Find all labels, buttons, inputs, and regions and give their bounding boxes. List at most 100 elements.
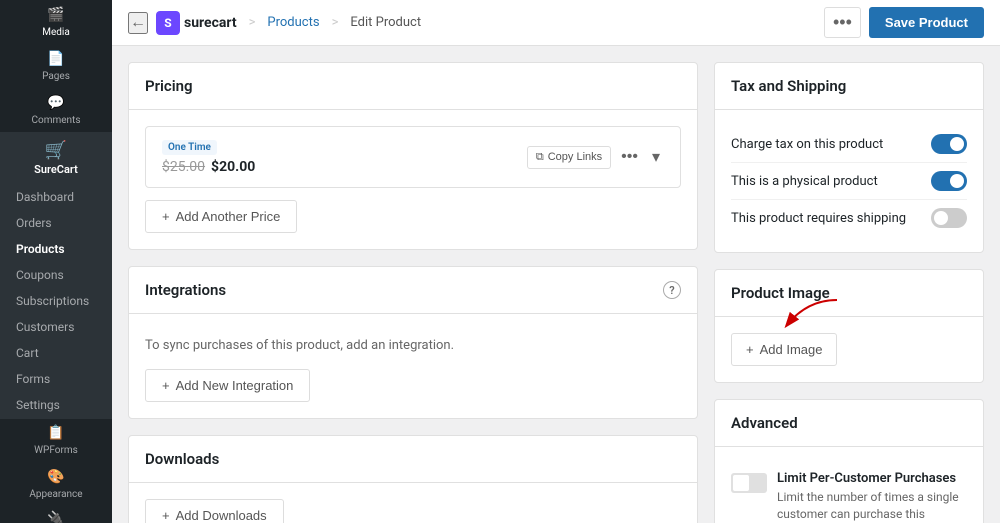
price-info: One Time $25.00 $20.00: [162, 139, 255, 175]
tax-label-1: This is a physical product: [731, 174, 878, 189]
downloads-title: Downloads: [145, 450, 219, 468]
add-image-icon: +: [746, 342, 754, 357]
add-price-icon: +: [162, 209, 170, 224]
sidebar-item-subscriptions[interactable]: Subscriptions: [0, 288, 112, 314]
product-image-card: Product Image: [714, 269, 984, 383]
copy-links-button[interactable]: ⧉ Copy Links: [527, 146, 611, 169]
advanced-card: Advanced Limit Per-Customer Purchases Li…: [714, 399, 984, 523]
price-more-button[interactable]: •••: [617, 146, 642, 168]
appearance-icon: 🎨: [47, 469, 64, 485]
sidebar-item-comments[interactable]: 💬 Comments: [0, 88, 112, 132]
back-button[interactable]: ←: [128, 12, 148, 34]
sidebar-item-products[interactable]: Products: [0, 236, 112, 262]
downloads-card-header: Downloads: [129, 436, 697, 483]
surecart-logo-text: surecart: [184, 15, 237, 31]
limit-toggle[interactable]: [731, 473, 767, 493]
sidebar-surecart-submenu: Dashboard Orders Products Coupons Subscr…: [0, 184, 112, 418]
surecart-logo-icon: S: [156, 11, 180, 35]
sidebar-item-settings-sc[interactable]: Settings: [0, 392, 112, 418]
tax-shipping-title: Tax and Shipping: [731, 77, 846, 95]
more-options-button[interactable]: •••: [824, 7, 861, 38]
plugins-icon: 🔌: [47, 511, 64, 523]
sidebar-item-pages[interactable]: 📄 Pages: [0, 44, 112, 88]
copy-icon: ⧉: [536, 151, 544, 164]
price-expand-button[interactable]: ▾: [648, 145, 664, 169]
tax-toggle-row-1: This is a physical product: [731, 163, 967, 200]
pricing-card-header: Pricing: [129, 63, 697, 110]
sidebar-item-orders[interactable]: Orders: [0, 210, 112, 236]
tax-label-0: Charge tax on this product: [731, 137, 883, 152]
toggle-slider-2: [931, 208, 967, 228]
sidebar-surecart-brand[interactable]: 🛒 SureCart: [0, 132, 112, 184]
main-right-column: Tax and Shipping Charge tax on this prod…: [714, 62, 984, 507]
advanced-header: Advanced: [715, 400, 983, 447]
tax-toggle-0[interactable]: [931, 134, 967, 154]
integrations-title: Integrations: [145, 281, 226, 299]
red-arrow-annotation: [777, 295, 847, 335]
tax-toggle-1[interactable]: [931, 171, 967, 191]
topbar: ← S surecart > Products > Edit Product •…: [112, 0, 1000, 46]
price-values: $25.00 $20.00: [162, 159, 255, 175]
tax-toggle-row-0: Charge tax on this product: [731, 126, 967, 163]
integrations-card-body: To sync purchases of this product, add a…: [129, 314, 697, 418]
sidebar-item-cart[interactable]: Cart: [0, 340, 112, 366]
tax-shipping-header: Tax and Shipping: [715, 63, 983, 110]
integrations-card: Integrations ? To sync purchases of this…: [128, 266, 698, 419]
toggle-knob: [733, 475, 749, 491]
product-image-body: + Add Image: [715, 317, 983, 382]
integrations-card-header: Integrations ?: [129, 267, 697, 314]
add-price-button[interactable]: + Add Another Price: [145, 200, 297, 233]
topbar-logo: S surecart: [156, 11, 237, 35]
sidebar-item-forms[interactable]: Forms: [0, 366, 112, 392]
product-image-header: Product Image: [715, 270, 983, 317]
main-content: Pricing One Time $25.00 $20.00: [112, 46, 1000, 523]
price-actions: ⧉ Copy Links ••• ▾: [527, 145, 664, 169]
sidebar-item-media[interactable]: 🎬 Media: [0, 0, 112, 44]
breadcrumb-sep-2: >: [332, 15, 339, 30]
tax-toggle-row-2: This product requires shipping: [731, 200, 967, 236]
advanced-title: Advanced: [731, 414, 798, 432]
price-old: $25.00: [162, 159, 205, 175]
breadcrumb-sep-1: >: [249, 15, 256, 30]
sidebar-item-plugins[interactable]: 🔌 Plugins 1: [0, 506, 112, 523]
product-image-area: + Add Image: [731, 333, 837, 366]
sidebar-item-appearance[interactable]: 🎨 Appearance: [0, 462, 112, 506]
tax-toggle-2[interactable]: [931, 208, 967, 228]
add-downloads-button[interactable]: + Add Downloads: [145, 499, 284, 523]
sidebar-item-customers[interactable]: Customers: [0, 314, 112, 340]
save-product-button[interactable]: Save Product: [869, 7, 984, 38]
integrations-empty-text: To sync purchases of this product, add a…: [145, 330, 681, 369]
toggle-slider-1: [931, 171, 967, 191]
limit-label: Limit Per-Customer Purchases: [777, 471, 967, 486]
pricing-card-body: One Time $25.00 $20.00 ⧉ Copy Links: [129, 110, 697, 249]
toggle-slider-0: [931, 134, 967, 154]
wpforms-icon: 📋: [47, 425, 64, 441]
tax-shipping-card: Tax and Shipping Charge tax on this prod…: [714, 62, 984, 253]
advanced-limit-row: Limit Per-Customer Purchases Limit the n…: [731, 463, 967, 523]
price-badge: One Time: [162, 140, 217, 155]
pricing-title: Pricing: [145, 77, 193, 95]
main-left-column: Pricing One Time $25.00 $20.00: [128, 62, 698, 507]
tax-label-2: This product requires shipping: [731, 211, 906, 226]
limit-desc: Limit the number of times a single custo…: [777, 489, 967, 523]
add-integration-icon: +: [162, 378, 170, 393]
sidebar-item-dashboard[interactable]: Dashboard: [0, 184, 112, 210]
tax-shipping-body: Charge tax on this product This is a phy…: [715, 110, 983, 252]
main-area: ← S surecart > Products > Edit Product •…: [112, 0, 1000, 523]
add-downloads-icon: +: [162, 508, 170, 523]
sidebar-item-wpforms[interactable]: 📋 WPForms: [0, 418, 112, 462]
sidebar: 🎬 Media 📄 Pages 💬 Comments 🛒 SureCart Da…: [0, 0, 112, 523]
downloads-card: Downloads + Add Downloads: [128, 435, 698, 523]
integrations-help-icon[interactable]: ?: [663, 281, 681, 299]
breadcrumb-current: Edit Product: [350, 15, 421, 30]
advanced-limit-text: Limit Per-Customer Purchases Limit the n…: [777, 471, 967, 523]
breadcrumb-products[interactable]: Products: [267, 15, 319, 30]
add-image-button[interactable]: + Add Image: [731, 333, 837, 366]
add-integration-button[interactable]: + Add New Integration: [145, 369, 310, 402]
surecart-icon: 🛒: [45, 140, 67, 161]
advanced-body: Limit Per-Customer Purchases Limit the n…: [715, 447, 983, 523]
pricing-card: Pricing One Time $25.00 $20.00: [128, 62, 698, 250]
price-new: $20.00: [211, 159, 255, 175]
media-icon: 🎬: [47, 7, 64, 23]
sidebar-item-coupons[interactable]: Coupons: [0, 262, 112, 288]
